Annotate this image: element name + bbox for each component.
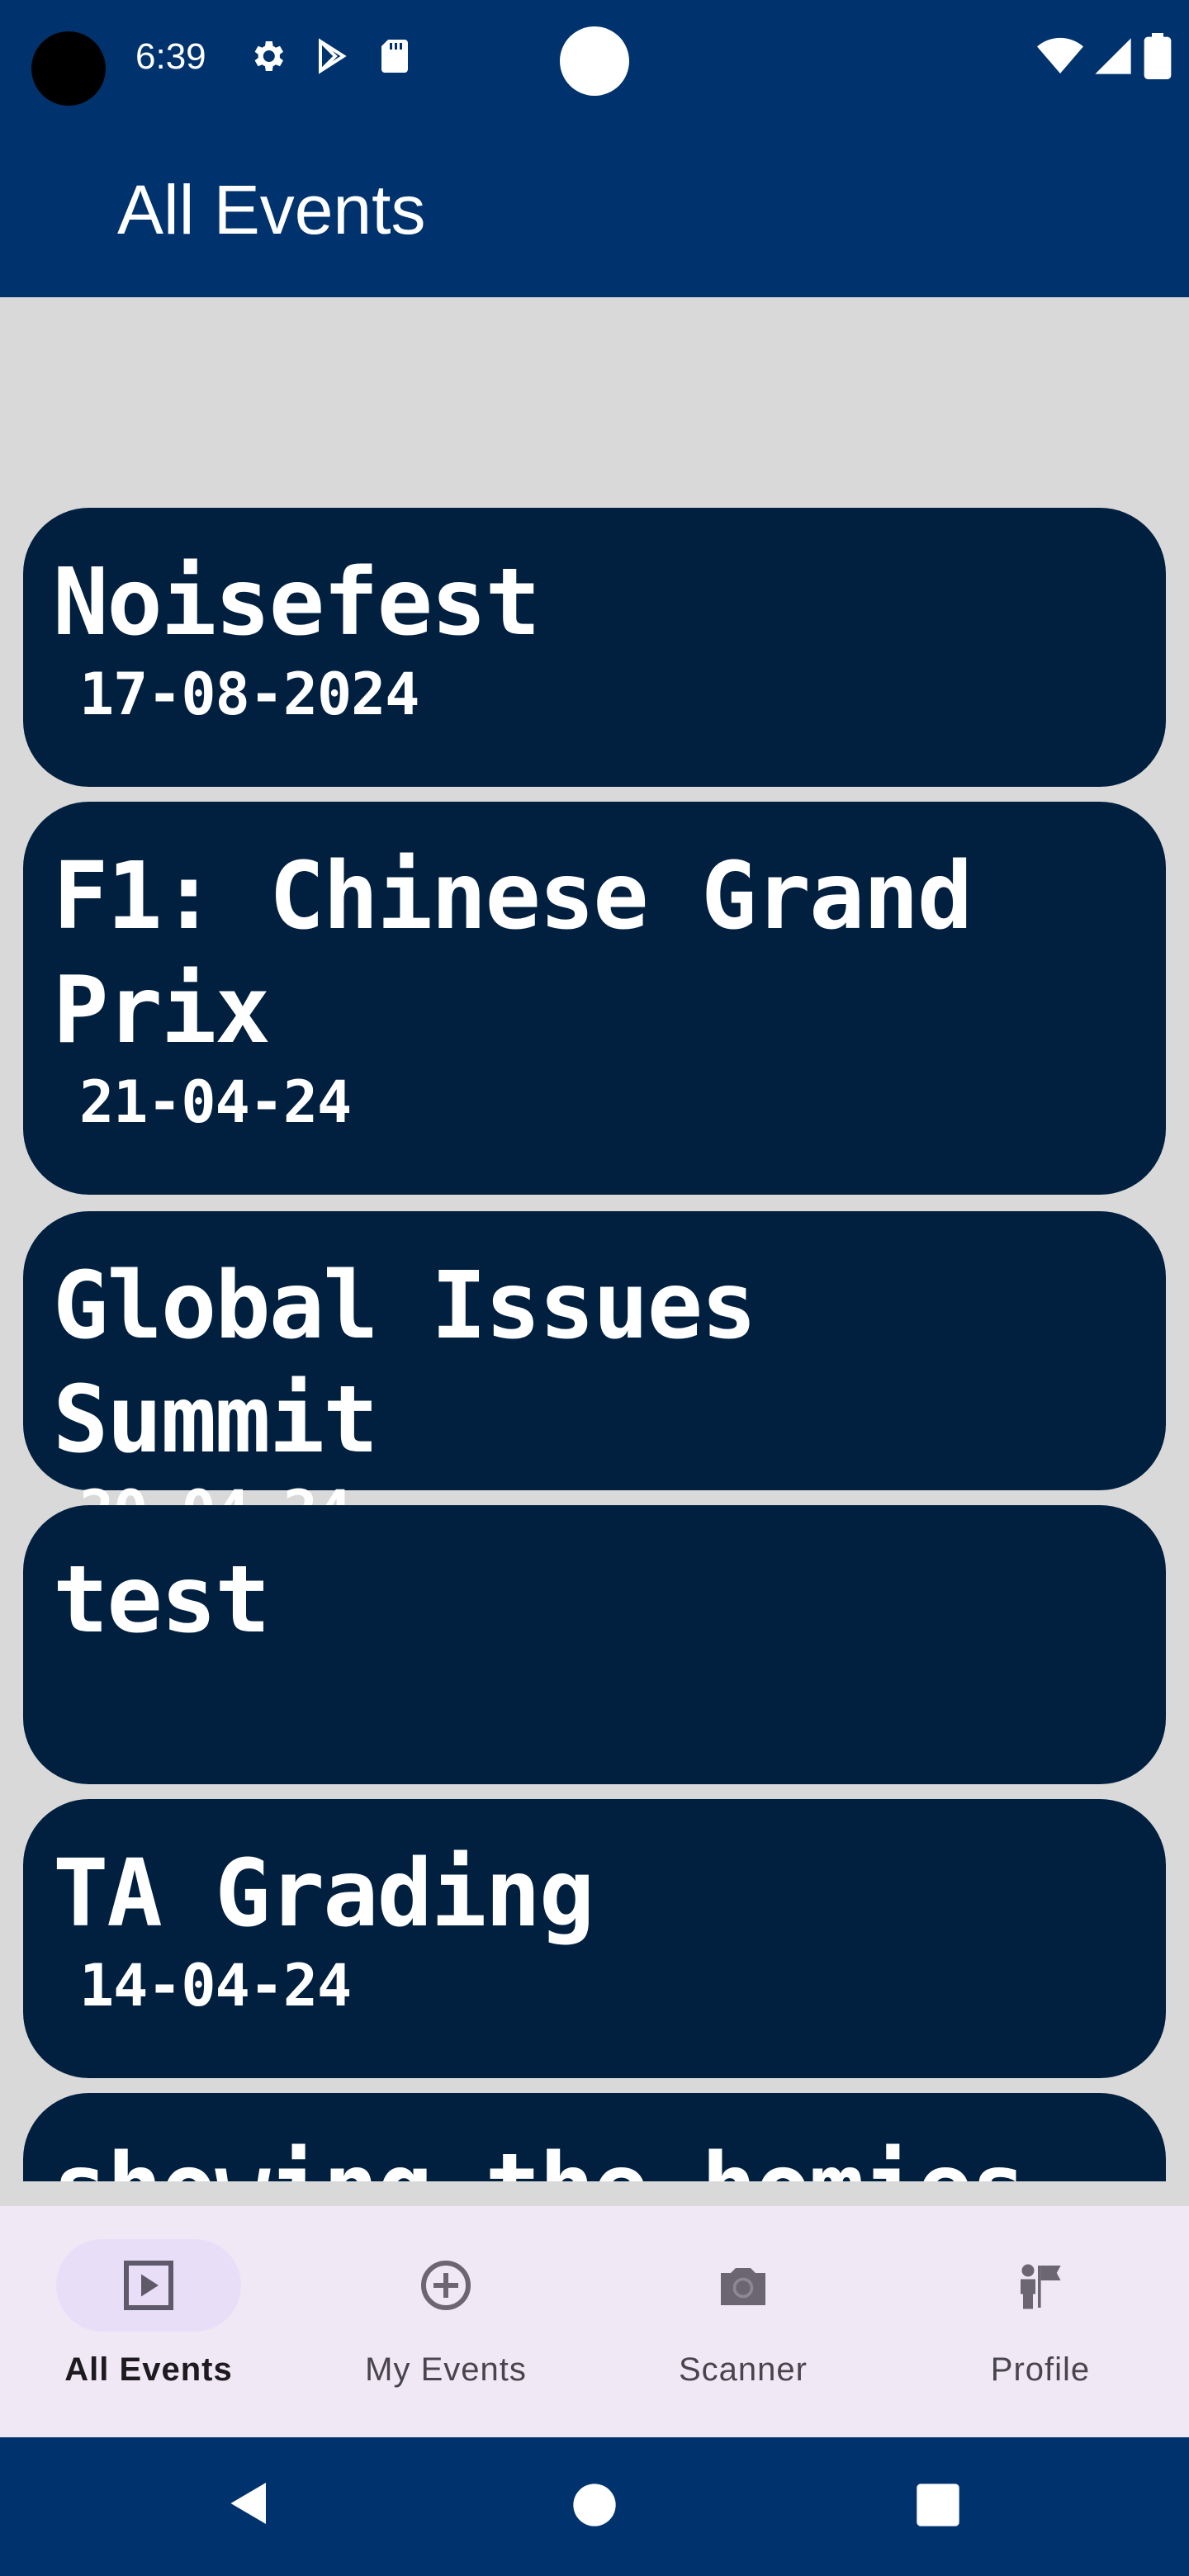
play-box-icon (124, 2261, 173, 2310)
event-title: test (53, 1546, 271, 1654)
event-filter-dropdown[interactable] (0, 297, 1189, 698)
plus-circle-icon (421, 2261, 471, 2310)
battery-icon (1144, 33, 1172, 79)
nav-item-my-events[interactable]: My Events (297, 2206, 594, 2437)
event-list[interactable]: Noisefest 17-08-2024 F1: Chinese Grand P… (0, 508, 1189, 2181)
event-date: 21-04-24 (79, 1068, 352, 1136)
nav-label: My Events (365, 2351, 527, 2388)
event-date: 14-04-24 (79, 1952, 352, 2020)
nav-label: All Events (64, 2351, 233, 2388)
event-title: TA Grading (53, 1840, 594, 1948)
wifi-icon (1037, 37, 1083, 73)
bottom-navigation: All Events My Events Scanner Profile (0, 2206, 1189, 2437)
status-bar: 6:39 (0, 0, 1189, 116)
event-card[interactable]: Noisefest 17-08-2024 (23, 508, 1166, 787)
back-icon[interactable] (225, 2477, 274, 2530)
app-header: 6:39 All Events (0, 0, 1189, 297)
gear-icon (254, 41, 283, 71)
event-title: Noisefest (53, 549, 541, 656)
home-icon[interactable] (571, 2482, 618, 2528)
nav-item-scanner[interactable]: Scanner (594, 2206, 892, 2437)
camera-cutout (31, 31, 106, 106)
recents-icon[interactable] (915, 2482, 961, 2528)
nav-label: Scanner (679, 2351, 808, 2388)
event-title: showing the homies (53, 2131, 1126, 2181)
camera-icon (721, 2268, 765, 2305)
page-title: All Events (117, 171, 426, 249)
nav-label: Profile (990, 2351, 1091, 2388)
system-navigation-bar (0, 2437, 1189, 2576)
event-title: Global Issues Summit (53, 1252, 757, 1474)
event-date: 17-08-2024 (79, 661, 419, 728)
status-time: 6:39 (135, 36, 206, 77)
event-title: F1: Chinese Grand Prix (53, 843, 973, 1064)
person-flag-icon (1021, 2264, 1061, 2309)
front-camera (560, 26, 629, 96)
sd-card-icon (381, 40, 408, 73)
event-card[interactable]: showing the homies (23, 2093, 1166, 2181)
event-card[interactable]: Global Issues Summit 20-04-24 (23, 1211, 1166, 1545)
event-card[interactable]: F1: Chinese Grand Prix 21-04-24 (23, 802, 1166, 1195)
nav-item-profile[interactable]: Profile (892, 2206, 1189, 2437)
event-card[interactable]: test (23, 1505, 1166, 1784)
cell-signal-icon (1095, 38, 1131, 74)
event-card[interactable]: TA Grading 14-04-24 (23, 1799, 1166, 2078)
nav-item-all-events[interactable]: All Events (0, 2206, 297, 2437)
play-store-icon (319, 38, 347, 74)
